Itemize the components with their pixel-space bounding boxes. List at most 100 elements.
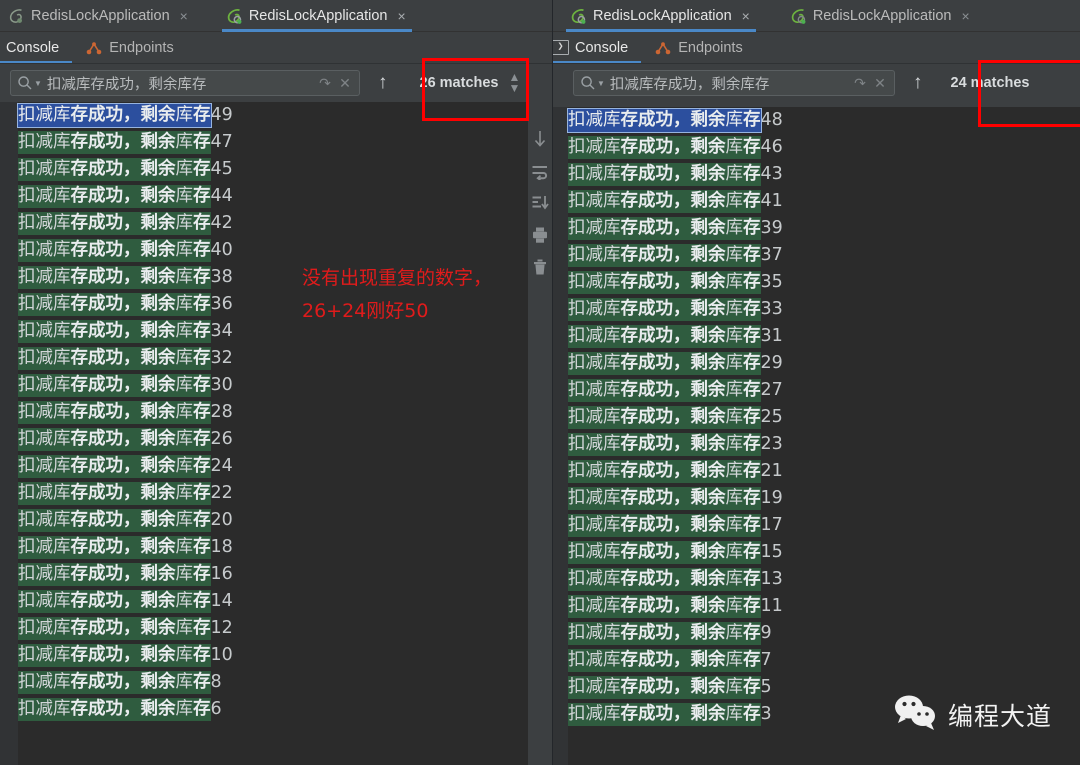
log-remaining-stock-value: 7 <box>760 650 772 670</box>
log-remaining-stock-value: 47 <box>210 132 233 152</box>
wrap-around-icon[interactable]: ↷ <box>315 75 335 92</box>
scroll-to-end-icon[interactable] <box>531 194 549 212</box>
run-tab-3[interactable]: RedisLockApplication × <box>562 0 760 32</box>
console-log-line: 扣减库存成功，剩余库存37 <box>568 242 1080 269</box>
search-match-highlight: 扣减库存成功，剩余库存 <box>568 244 761 267</box>
clear-icon[interactable]: ✕ <box>870 75 890 92</box>
spring-boot-leaf-icon <box>226 8 243 25</box>
tab-endpoints-label: Endpoints <box>678 39 743 56</box>
watermark: 编程大道 <box>893 693 1052 736</box>
search-match-highlight: 扣减库存成功，剩余库存 <box>18 239 211 262</box>
close-icon[interactable]: × <box>180 8 188 24</box>
wrap-around-icon[interactable]: ↷ <box>850 75 870 92</box>
match-count-label: 26 matches <box>419 75 499 91</box>
close-icon[interactable]: × <box>397 8 405 24</box>
console-log-line: 扣减库存成功，剩余库存19 <box>568 485 1080 512</box>
console-gutter <box>552 107 568 765</box>
arrow-up-icon[interactable]: ↑ <box>378 72 388 94</box>
soft-wrap-icon[interactable] <box>531 162 549 182</box>
log-remaining-stock-value: 27 <box>760 380 783 400</box>
log-remaining-stock-value: 30 <box>210 375 233 395</box>
search-match-highlight: 扣减库存成功，剩余库存 <box>568 568 761 591</box>
search-input[interactable]: ▼ 扣减库存成功，剩余库存 ↷ ✕ <box>10 70 360 96</box>
console-log-line: 扣减库存成功，剩余库存13 <box>568 566 1080 593</box>
ide-window-right: RedisLockApplication × RedisLockApplicat… <box>552 0 1080 765</box>
console-log-line: 扣减库存成功，剩余库存45 <box>18 156 528 183</box>
chevron-down-icon[interactable]: ▼ <box>597 79 605 88</box>
run-tab-2[interactable]: RedisLockApplication × <box>218 0 416 32</box>
print-icon[interactable] <box>531 226 549 244</box>
search-match-highlight: 扣减库存成功，剩余库存 <box>18 428 211 451</box>
console-log-line: 扣减库存成功，剩余库存27 <box>568 377 1080 404</box>
watermark-label: 编程大道 <box>948 701 1053 731</box>
console-log-line: 扣减库存成功，剩余库存9 <box>568 620 1080 647</box>
log-remaining-stock-value: 24 <box>210 456 233 476</box>
scroll-down-icon[interactable] <box>531 130 549 148</box>
arrow-up-icon[interactable]: ↑ <box>913 72 923 94</box>
log-remaining-stock-value: 18 <box>210 537 233 557</box>
console-log-line: 扣减库存成功，剩余库存49 <box>17 102 528 129</box>
tab-console-label: Console <box>575 39 629 56</box>
close-icon[interactable]: × <box>961 8 969 24</box>
spring-boot-leaf-icon <box>8 8 25 25</box>
clear-icon[interactable]: ✕ <box>335 75 355 92</box>
endpoints-icon <box>85 40 103 56</box>
wechat-icon <box>893 693 939 736</box>
match-count-label: 24 matches <box>950 75 1030 91</box>
console-log-line: 扣减库存成功，剩余库存18 <box>18 534 528 561</box>
search-match-highlight: 扣减库存成功，剩余库存 <box>568 379 761 402</box>
log-remaining-stock-value: 33 <box>760 299 783 319</box>
tab-console-label: Console <box>6 39 60 56</box>
tab-console[interactable]: Console <box>0 32 73 63</box>
console-log-line: 扣减库存成功，剩余库存48 <box>567 107 1080 134</box>
search-match-highlight: 扣减库存成功，剩余库存 <box>567 108 762 133</box>
log-remaining-stock-value: 31 <box>760 326 783 346</box>
run-tab-1[interactable]: RedisLockApplication × <box>0 0 198 32</box>
log-remaining-stock-value: 6 <box>210 699 222 719</box>
run-tab-strip-left: RedisLockApplication × RedisLockApplicat… <box>0 0 552 32</box>
search-match-highlight: 扣减库存成功，剩余库存 <box>18 482 211 505</box>
chevron-down-icon[interactable]: ▼ <box>34 79 42 88</box>
log-remaining-stock-value: 23 <box>760 434 783 454</box>
search-match-highlight: 扣减库存成功，剩余库存 <box>568 271 761 294</box>
search-match-highlight: 扣减库存成功，剩余库存 <box>18 455 211 478</box>
console-log-line: 扣减库存成功，剩余库存11 <box>568 593 1080 620</box>
console-gutter <box>0 102 18 765</box>
search-match-highlight: 扣减库存成功，剩余库存 <box>568 514 761 537</box>
console-log-line: 扣减库存成功，剩余库存17 <box>568 512 1080 539</box>
search-match-highlight: 扣减库存成功，剩余库存 <box>18 347 211 370</box>
log-remaining-stock-value: 36 <box>210 294 233 314</box>
search-input[interactable]: ▼ 扣减库存成功，剩余库存 ↷ ✕ <box>573 70 895 96</box>
run-tab-4[interactable]: RedisLockApplication × <box>782 0 980 32</box>
console-log-line: 扣减库存成功，剩余库存30 <box>18 372 528 399</box>
console-output-left[interactable]: 扣减库存成功，剩余库存49 扣减库存成功，剩余库存 47 扣减库存成功，剩余库存45 扣… <box>0 102 528 765</box>
find-nav-arrows[interactable]: ▲ ▼ <box>509 71 521 94</box>
log-remaining-stock-value: 5 <box>760 677 772 697</box>
console-log-line: 扣减库存成功，剩余库存15 <box>568 539 1080 566</box>
search-match-highlight: 扣减库存成功，剩余库存 <box>568 487 761 510</box>
search-match-highlight: 扣减库存成功，剩余库存 <box>18 374 211 397</box>
close-icon[interactable]: × <box>742 8 750 24</box>
tab-console[interactable]: ❯ Console <box>552 32 642 63</box>
arrow-down-icon[interactable]: ▼ <box>509 82 521 94</box>
log-remaining-stock-value: 19 <box>760 488 783 508</box>
console-log-line: 扣减库存成功，剩余库存28 <box>18 399 528 426</box>
log-remaining-stock-value: 15 <box>760 542 783 562</box>
trash-icon[interactable] <box>531 258 549 276</box>
console-log-list: 扣减库存成功，剩余库存49 扣减库存成功，剩余库存 47 扣减库存成功，剩余库存45 扣… <box>17 102 528 723</box>
tab-endpoints[interactable]: Endpoints <box>72 32 187 63</box>
run-tab-strip-right: RedisLockApplication × RedisLockApplicat… <box>552 0 1080 32</box>
search-match-highlight: 扣减库存成功，剩余库存 <box>18 293 211 316</box>
log-remaining-stock-value: 20 <box>210 510 233 530</box>
find-bar-left: ▼ 扣减库存成功，剩余库存 ↷ ✕ ↑ 26 matches ▲ ▼ <box>0 64 552 102</box>
log-remaining-stock-value: 8 <box>210 672 222 692</box>
log-remaining-stock-value: 44 <box>210 186 233 206</box>
console-log-line: 扣减库存成功，剩余库存22 <box>18 480 528 507</box>
search-match-highlight: 扣减库存成功，剩余库存 <box>18 563 211 586</box>
tab-endpoints[interactable]: Endpoints <box>641 32 756 63</box>
console-log-line: 扣减库存成功，剩余库存20 <box>18 507 528 534</box>
console-log-line: 扣减库存成功，剩余库存7 <box>568 647 1080 674</box>
log-remaining-stock-value: 12 <box>210 618 233 638</box>
console-log-line: 扣减库存成功，剩余库存31 <box>568 323 1080 350</box>
console-output-right[interactable]: 扣减库存成功，剩余库存48 扣减库存成功，剩余库存46 扣减库存成功，剩余库存43 扣… <box>552 107 1080 765</box>
